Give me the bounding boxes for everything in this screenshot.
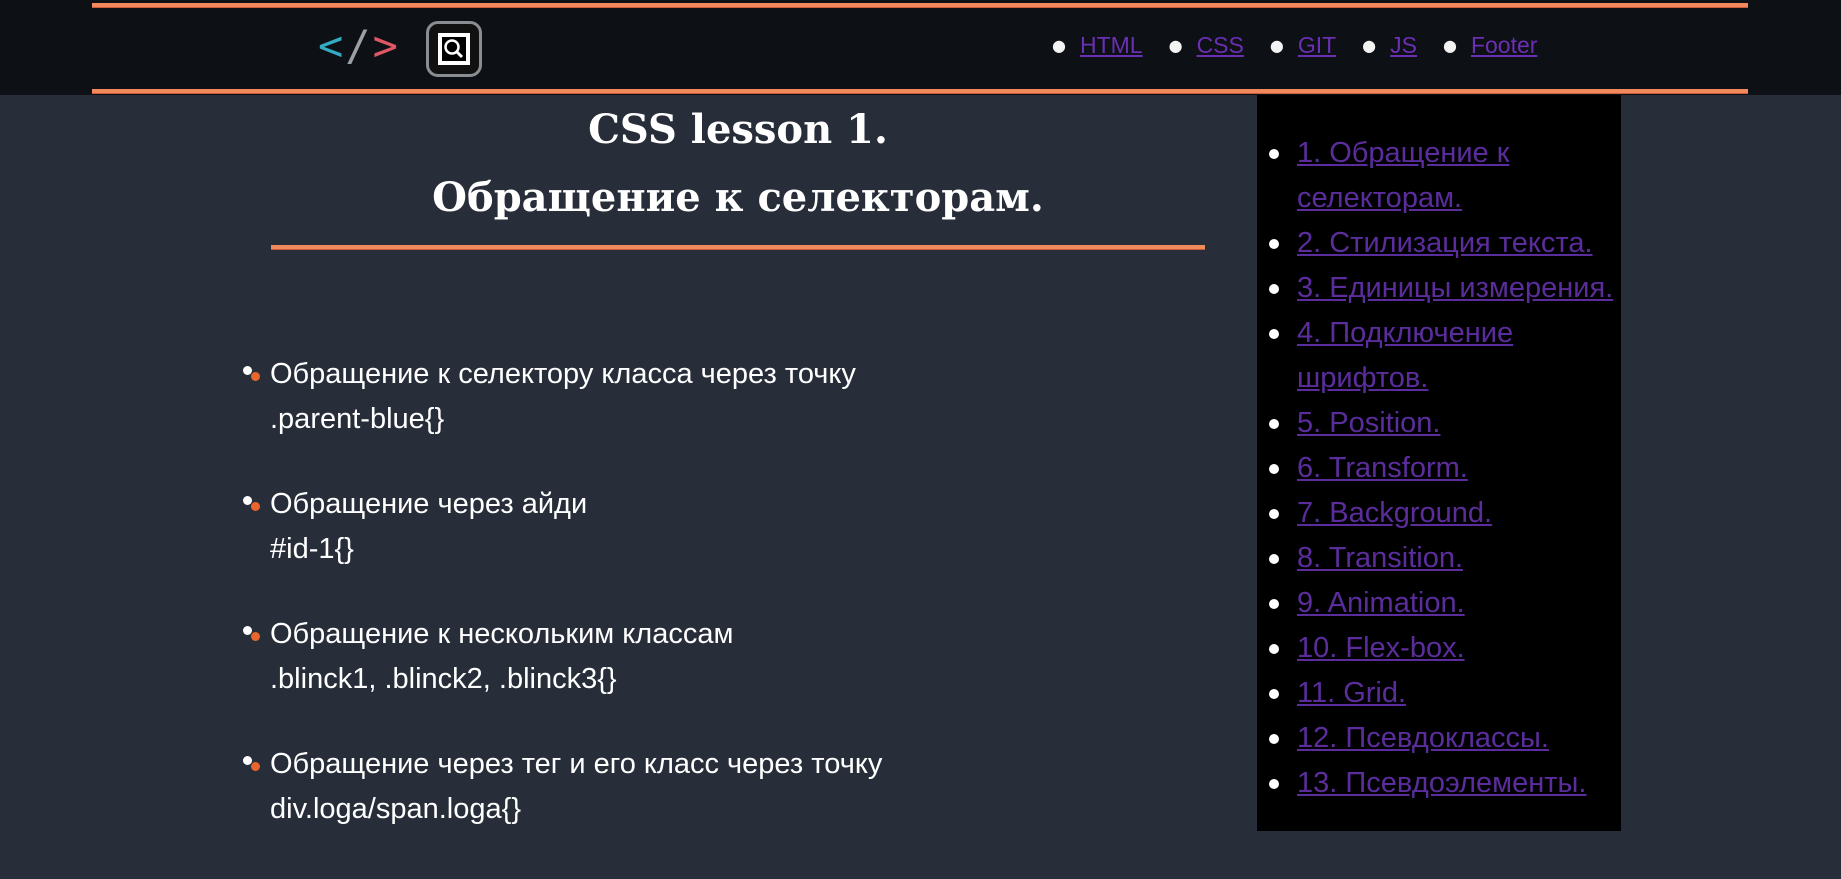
bullet-accent-icon — [251, 762, 260, 771]
sidebar-bullet — [1269, 149, 1279, 159]
sidebar-link-3[interactable]: 3. Единицы измерения. — [1297, 272, 1613, 304]
nav-link-footer[interactable]: Footer — [1471, 32, 1537, 59]
page-title-line1: CSS lesson 1. — [588, 106, 888, 153]
item-code: div.loga/span.loga{} — [270, 793, 522, 825]
sidebar-bullet — [1269, 419, 1279, 429]
sidebar-item-6: 6. Transform. — [1269, 446, 1613, 491]
sidebar-link-1[interactable]: 1. Обращение к селекторам. — [1297, 131, 1537, 221]
list-item: Обращение к селектору класса через точку… — [241, 352, 882, 482]
page-title-line2: Обращение к селекторам. — [432, 174, 1044, 221]
sidebar-link-11[interactable]: 11. Grid. — [1297, 677, 1406, 709]
sidebar-bullet — [1269, 689, 1279, 699]
sidebar-bullet — [1269, 779, 1279, 789]
sidebar-bullet — [1269, 329, 1279, 339]
sidebar-item-9: 9. Animation. — [1269, 581, 1613, 626]
item-code: .blinck1, .blinck2, .blinck3{} — [270, 663, 617, 695]
item-code: .parent-blue{} — [270, 403, 445, 435]
bullet-accent-icon — [251, 372, 260, 381]
sidebar-link-8[interactable]: 8. Transition. — [1297, 542, 1463, 574]
item-text: Обращение к селектору класса через точку — [270, 358, 856, 390]
page-title: CSS lesson 1. Обращение к селекторам. — [271, 104, 1205, 226]
sidebar-item-10: 10. Flex-box. — [1269, 626, 1613, 671]
search-icon — [438, 33, 470, 65]
bullet-accent-icon — [251, 632, 260, 641]
list-item: Обращение через айди #id-1{} — [241, 482, 882, 612]
lesson-sidebar: 1. Обращение к селекторам. 2. Стилизация… — [1257, 95, 1621, 831]
sidebar-bullet — [1269, 734, 1279, 744]
nav-item-css: ● CSS — [1169, 32, 1244, 59]
sidebar-link-13[interactable]: 13. Псевдоэлементы. — [1297, 767, 1586, 799]
nav-item-js: ● JS — [1362, 32, 1417, 59]
list-item: Обращение к нескольким классам .blinck1,… — [241, 612, 882, 742]
sidebar-link-10[interactable]: 10. Flex-box. — [1297, 632, 1465, 664]
search-button[interactable] — [426, 21, 482, 77]
item-code: #id-1{} — [270, 533, 354, 565]
sidebar-bullet — [1269, 464, 1279, 474]
sidebar-item-5: 5. Position. — [1269, 401, 1613, 446]
item-text: Обращение через тег и его класс через то… — [270, 748, 883, 780]
header-bottom-divider — [92, 89, 1748, 93]
sidebar-link-6[interactable]: 6. Transform. — [1297, 452, 1468, 484]
sidebar-item-3: 3. Единицы измерения. — [1269, 266, 1613, 311]
nav-bullet: ● — [1442, 36, 1457, 55]
sidebar-bullet — [1269, 509, 1279, 519]
sidebar-item-2: 2. Стилизация текста. — [1269, 221, 1613, 266]
nav-link-html[interactable]: HTML — [1080, 32, 1143, 59]
sidebar-bullet — [1269, 554, 1279, 564]
sidebar-link-7[interactable]: 7. Background. — [1297, 497, 1492, 529]
sidebar-item-12: 12. Псевдоклассы. — [1269, 716, 1613, 761]
list-item: Обращение через тег и его класс через то… — [241, 742, 882, 872]
sidebar-item-11: 11. Grid. — [1269, 671, 1613, 716]
nav-bullet: ● — [1362, 36, 1377, 55]
lesson-links: 1. Обращение к селекторам. 2. Стилизация… — [1269, 131, 1613, 806]
title-underline — [271, 245, 1205, 249]
sidebar-item-7: 7. Background. — [1269, 491, 1613, 536]
nav-link-css[interactable]: CSS — [1197, 32, 1244, 59]
nav-bullet: ● — [1052, 36, 1066, 55]
item-text: Обращение к нескольким классам — [270, 618, 734, 650]
sidebar-link-2[interactable]: 2. Стилизация текста. — [1297, 227, 1593, 259]
nav-item-footer: ● Footer — [1443, 32, 1537, 59]
logo-slash: / — [345, 21, 373, 70]
sidebar-bullet — [1269, 239, 1279, 249]
item-text: Обращение через айди — [270, 488, 588, 520]
selector-list: Обращение к селектору класса через точку… — [241, 352, 882, 872]
sidebar-link-12[interactable]: 12. Псевдоклассы. — [1297, 722, 1549, 754]
logo-gt: > — [372, 21, 400, 70]
sidebar-item-13: 13. Псевдоэлементы. — [1269, 761, 1613, 806]
sidebar-item-1: 1. Обращение к селекторам. — [1269, 131, 1613, 221]
nav-link-js[interactable]: JS — [1390, 32, 1417, 59]
sidebar-bullet — [1269, 284, 1279, 294]
top-nav: ● HTML ● CSS ● GIT ● JS ● Footer — [1052, 32, 1563, 59]
logo-lt: < — [318, 21, 346, 70]
header-top-divider — [92, 3, 1748, 7]
nav-item-git: ● GIT — [1270, 32, 1336, 59]
sidebar-item-8: 8. Transition. — [1269, 536, 1613, 581]
sidebar-bullet — [1269, 644, 1279, 654]
sidebar-link-4[interactable]: 4. Подключение шрифтов. — [1297, 311, 1537, 401]
nav-link-git[interactable]: GIT — [1298, 32, 1336, 59]
site-logo[interactable]: </> — [318, 22, 400, 70]
sidebar-item-4: 4. Подключение шрифтов. — [1269, 311, 1613, 401]
sidebar-link-9[interactable]: 9. Animation. — [1297, 587, 1465, 619]
nav-bullet: ● — [1269, 36, 1284, 55]
bullet-accent-icon — [251, 502, 260, 511]
nav-bullet: ● — [1168, 36, 1183, 55]
nav-item-html: ● HTML — [1052, 32, 1143, 59]
sidebar-bullet — [1269, 599, 1279, 609]
sidebar-link-5[interactable]: 5. Position. — [1297, 407, 1440, 439]
header-bar — [0, 0, 1841, 95]
